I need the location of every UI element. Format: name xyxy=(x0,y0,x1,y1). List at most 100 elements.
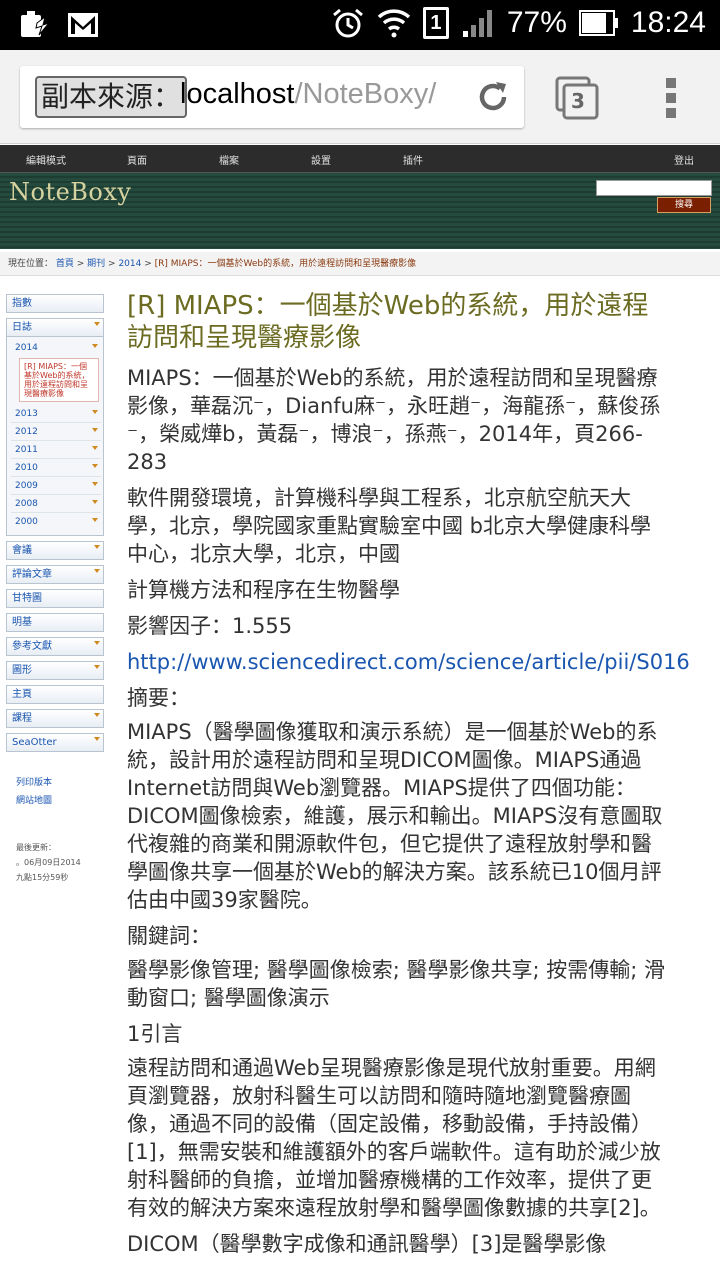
sidebar-item-courses[interactable]: 課程 xyxy=(6,709,104,728)
expand-arrow-icon[interactable] xyxy=(92,482,98,486)
sidebar-item-label: 甘特圖 xyxy=(12,593,42,604)
expand-arrow-icon[interactable] xyxy=(94,713,100,717)
breadcrumb-year[interactable]: 2014 xyxy=(118,259,141,269)
sidebar-year-label: 2012 xyxy=(15,427,38,437)
abstract-text: MIAPS（醫學圖像獲取和演示系統）是一個基於Web的系統，設計用於遠程訪問和呈… xyxy=(127,720,663,912)
tab-count: 3 xyxy=(571,89,585,113)
tab-switcher-button[interactable]: 3 xyxy=(555,76,599,120)
expand-arrow-icon[interactable] xyxy=(94,569,100,573)
sidebar-year-2010[interactable]: 2010 xyxy=(11,459,101,477)
address-bar[interactable]: 副本來源： localhost/NoteBoxy/ xyxy=(20,66,524,128)
nav-logout[interactable]: 登出 xyxy=(674,152,694,167)
sidebar-item-label: 評論文章 xyxy=(12,569,52,580)
sidebar-year-label: 2009 xyxy=(15,481,38,491)
sidebar-year-label: 2014 xyxy=(15,343,38,353)
sidebar-item-home[interactable]: 主頁 xyxy=(6,685,104,704)
expand-arrow-icon[interactable] xyxy=(92,518,98,522)
breadcrumb: 現在位置： 首頁 > 期刊 > 2014 > [R] MIAPS：一個基於Web… xyxy=(0,252,720,276)
url-host: localhost xyxy=(180,78,295,110)
expand-arrow-icon[interactable] xyxy=(94,641,100,645)
sidebar-year-label: 2011 xyxy=(15,445,38,455)
sidebar-item-review[interactable]: 評論文章 xyxy=(6,565,104,584)
breadcrumb-journal[interactable]: 期刊 xyxy=(87,259,105,269)
article-content: [R] MIAPS：一個基於Web的系統，用於遠程訪問和呈現醫療影像 MIAPS… xyxy=(127,290,720,1280)
expand-arrow-icon[interactable] xyxy=(94,737,100,741)
url-path: /NoteBoxy/ xyxy=(294,78,437,110)
expand-arrow-icon[interactable] xyxy=(94,545,100,549)
alarm-icon xyxy=(332,8,363,38)
origin-chip[interactable]: 副本來源： xyxy=(35,76,188,118)
nav-page[interactable]: 頁面 xyxy=(127,152,147,167)
clock: 18:24 xyxy=(630,6,706,39)
sidebar-year-label: 2010 xyxy=(15,463,38,473)
sidebar-item-seaotter[interactable]: SeaOtter xyxy=(6,733,104,752)
nav-plugins[interactable]: 插件 xyxy=(403,152,423,167)
sidebar-item-label: 指數 xyxy=(12,298,32,309)
signal-icon xyxy=(462,10,492,37)
sidebar-item-gantt[interactable]: 甘特圖 xyxy=(6,589,104,608)
breadcrumb-sep: > xyxy=(141,259,155,269)
last-updated: 最後更新： 。06月09日2014 九點15分59秒 xyxy=(6,840,106,885)
sidebar-item-conference[interactable]: 會議 xyxy=(6,541,104,560)
sidebar-year-2014[interactable]: 2014 xyxy=(11,339,101,357)
url-text[interactable]: localhost/NoteBoxy/ xyxy=(180,78,436,111)
last-updated-time: 九點15分59秒 xyxy=(16,873,69,882)
sidebar-year-2011[interactable]: 2011 xyxy=(11,441,101,459)
sidebar-year-2000[interactable]: 2000 xyxy=(11,513,101,531)
expand-arrow-icon[interactable] xyxy=(94,322,100,326)
sidebar-item-log[interactable]: 日誌 xyxy=(6,318,104,337)
sidebar-item-label: 日誌 xyxy=(12,322,32,333)
sitemap-link[interactable]: 網站地圖 xyxy=(16,792,106,810)
site-logo[interactable]: NoteBoxy xyxy=(9,178,131,206)
article-impact-factor: 影響因子：1.555 xyxy=(127,614,293,638)
sidebar-current-entry[interactable]: [R] MIAPS：一個基於Web的系統，用於遠程訪問和呈現醫療影像 xyxy=(19,358,99,402)
sidebar-year-2008[interactable]: 2008 xyxy=(11,495,101,513)
sidebar-item-references[interactable]: 參考文獻 xyxy=(6,637,104,656)
battery-percentage: 77% xyxy=(506,6,567,39)
article-title: [R] MIAPS：一個基於Web的系統，用於遠程訪問和呈現醫療影像 xyxy=(127,291,649,353)
expand-arrow-icon[interactable] xyxy=(94,665,100,669)
sim-slot-badge: 1 xyxy=(422,7,449,39)
sidebar-item-index[interactable]: 指數 xyxy=(6,294,104,313)
sidebar-year-2012[interactable]: 2012 xyxy=(11,423,101,441)
site-top-nav: 編輯模式 頁面 檔案 設置 插件 登出 xyxy=(0,145,720,173)
nav-settings[interactable]: 設置 xyxy=(311,152,331,167)
abstract-heading: 摘要： xyxy=(127,686,190,710)
expand-arrow-icon[interactable] xyxy=(92,500,98,504)
intro-text: 遠程訪問和通過Web呈現醫療影像是現代放射重要。用網頁瀏覽器，放射科醫生可以訪問… xyxy=(127,1056,661,1220)
expand-arrow-icon[interactable] xyxy=(92,464,98,468)
print-version-link[interactable]: 列印版本 xyxy=(16,774,106,792)
sidebar-item-label: 參考文獻 xyxy=(12,641,52,652)
sidebar-item-label: 會議 xyxy=(12,545,32,556)
last-updated-date: 。06月09日2014 xyxy=(16,858,81,867)
sidebar-item-benq[interactable]: 明基 xyxy=(6,613,104,632)
nav-edit-mode[interactable]: 編輯模式 xyxy=(26,152,66,167)
wifi-icon xyxy=(377,9,411,38)
breadcrumb-sep: > xyxy=(105,259,119,269)
sidebar-item-label: 圖形 xyxy=(12,665,32,676)
sidebar-item-label: 明基 xyxy=(12,617,32,628)
overflow-menu-icon[interactable] xyxy=(664,76,680,120)
reload-icon[interactable] xyxy=(474,78,512,116)
sidebar-log-submenu: 2014 [R] MIAPS：一個基於Web的系統，用於遠程訪問和呈現醫療影像 … xyxy=(6,337,104,536)
expand-arrow-icon[interactable] xyxy=(92,428,98,432)
expand-arrow-icon[interactable] xyxy=(92,446,98,450)
sidebar-year-label: 2008 xyxy=(15,499,38,509)
keywords-text: 醫學影像管理; 醫學圖像檢索; 醫學影像共享; 按需傳輸; 滑動窗口; 醫學圖像… xyxy=(127,958,665,1010)
sidebar-footer-links: 列印版本 網站地圖 xyxy=(6,774,106,810)
expand-arrow-icon[interactable] xyxy=(92,344,98,348)
gmail-icon xyxy=(68,13,98,37)
sidebar: 指數 日誌 2014 [R] MIAPS：一個基於Web的系統，用於遠程訪問和呈… xyxy=(6,294,106,885)
sidebar-year-2013[interactable]: 2013 xyxy=(11,405,101,423)
search-button[interactable]: 搜尋 xyxy=(657,197,711,213)
nav-files[interactable]: 檔案 xyxy=(219,152,239,167)
last-updated-label: 最後更新： xyxy=(16,843,56,852)
breadcrumb-home[interactable]: 首頁 xyxy=(56,259,74,269)
search-input[interactable] xyxy=(596,180,712,196)
sidebar-item-label: SeaOtter xyxy=(12,737,57,748)
expand-arrow-icon[interactable] xyxy=(92,410,98,414)
battery-icon xyxy=(578,10,618,36)
article-source-link[interactable]: http://www.sciencedirect.com/science/art… xyxy=(127,648,720,676)
sidebar-item-graphics[interactable]: 圖形 xyxy=(6,661,104,680)
sidebar-year-2009[interactable]: 2009 xyxy=(11,477,101,495)
